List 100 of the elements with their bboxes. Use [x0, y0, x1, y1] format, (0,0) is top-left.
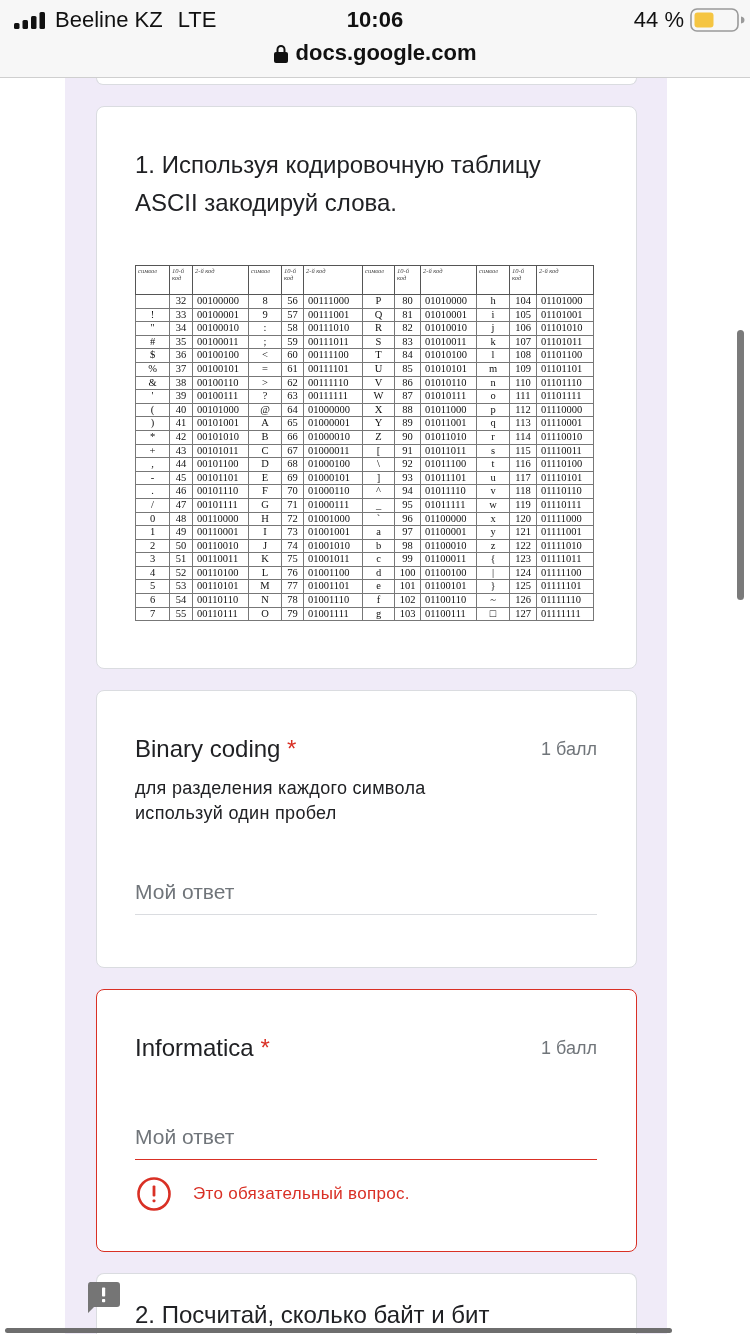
table-cell: 01001100	[303, 566, 363, 580]
table-cell: 01000001	[303, 416, 363, 431]
table-cell: 01011100	[420, 457, 477, 472]
table-cell: 120	[509, 512, 537, 526]
points-label: 1 балл	[541, 1037, 597, 1059]
table-cell: o	[476, 389, 510, 404]
table-cell: ;	[248, 335, 282, 349]
table-cell: $	[135, 348, 170, 363]
table-cell: 45	[169, 471, 193, 485]
table-cell: 95	[394, 498, 421, 512]
table-cell: d	[362, 566, 395, 580]
table-cell: 2	[135, 539, 170, 553]
table-cell: 00110111	[192, 607, 249, 621]
table-cell: 00111101	[303, 362, 363, 377]
table-cell: 00101000	[192, 403, 249, 417]
table-cell: 52	[169, 566, 193, 580]
table-cell: 00101101	[192, 471, 249, 485]
table-cell: k	[476, 335, 510, 349]
table-cell: 91	[394, 444, 421, 458]
table-cell: #	[135, 335, 170, 349]
table-cell: 00110001	[192, 525, 249, 540]
table-cell: v	[476, 484, 510, 499]
table-cell: 73	[281, 525, 304, 540]
table-cell: 98	[394, 539, 421, 553]
table-cell: T	[362, 348, 395, 363]
table-cell: r	[476, 430, 510, 445]
table-cell: 86	[394, 376, 421, 390]
table-cell: O	[248, 607, 282, 621]
table-cell: !	[135, 308, 170, 322]
table-cell: 01000000	[303, 403, 363, 417]
table-cell: 00100000	[192, 294, 249, 309]
table-cell: 81	[394, 308, 421, 322]
table-cell: C	[248, 444, 282, 458]
table-cell: 126	[509, 593, 537, 608]
table-cell: 00110000	[192, 512, 249, 526]
page-url[interactable]: docs.google.com	[295, 40, 477, 66]
table-cell: 01010110	[420, 376, 477, 390]
answer-field[interactable]: Мой ответ	[135, 1122, 597, 1161]
table-cell: 113	[509, 416, 537, 431]
table-cell: 93	[394, 471, 421, 485]
question-title: 2. Посчитай, сколько байт и бит	[135, 1301, 491, 1329]
table-cell: 00111110	[303, 376, 363, 390]
table-cell: 01100111	[420, 607, 477, 621]
table-cell: 121	[509, 525, 537, 540]
table-cell: 46	[169, 484, 193, 499]
table-cell: 01111100	[536, 566, 594, 580]
table-cell: N	[248, 593, 282, 608]
table-cell: 01100001	[420, 525, 477, 540]
table-cell: p	[476, 403, 510, 417]
table-cell: 00111100	[303, 348, 363, 363]
table-cell: K	[248, 552, 282, 567]
table-cell: 33	[169, 308, 193, 322]
table-cell: c	[362, 552, 395, 567]
table-cell: V	[362, 376, 395, 390]
table-cell: `	[362, 512, 395, 526]
table-cell: 104	[509, 294, 537, 309]
table-cell: }	[476, 579, 510, 594]
table-cell: 01111110	[536, 593, 594, 608]
table-cell: 94	[394, 484, 421, 499]
table-cell: 117	[509, 471, 537, 485]
table-cell: 61	[281, 362, 304, 377]
table-cell: H	[248, 512, 282, 526]
table-cell: 01100101	[420, 579, 477, 594]
points-label: 1 балл	[541, 738, 597, 760]
table-cell: B	[248, 430, 282, 445]
table-cell: 118	[509, 484, 537, 499]
table-cell: 01010001	[420, 308, 477, 322]
table-cell: 122	[509, 539, 537, 553]
table-cell: S	[362, 335, 395, 349]
table-cell: 00110110	[192, 593, 249, 608]
table-cell: 01010101	[420, 362, 477, 377]
table-cell: l	[476, 348, 510, 363]
table-cell: 103	[394, 607, 421, 621]
table-cell: 101	[394, 579, 421, 594]
exclamation-circle-icon	[137, 1177, 171, 1212]
table-cell: 5	[135, 579, 170, 594]
table-cell: 115	[509, 444, 537, 458]
table-cell: 01111000	[536, 512, 594, 526]
table-cell: 01000011	[303, 444, 363, 458]
table-cell: X	[362, 403, 395, 417]
table-cell: 90	[394, 430, 421, 445]
table-cell: 7	[135, 607, 170, 621]
table-cell: 00101010	[192, 430, 249, 445]
table-cell: 39	[169, 389, 193, 404]
table-cell: 47	[169, 498, 193, 512]
table-cell: 50	[169, 539, 193, 553]
table-cell: /	[135, 498, 170, 512]
table-cell: 01000110	[303, 484, 363, 499]
table-cell: q	[476, 416, 510, 431]
table-cell: Y	[362, 416, 395, 431]
table-cell: 01001111	[303, 607, 363, 621]
table-cell: 64	[281, 403, 304, 417]
table-cell: 125	[509, 579, 537, 594]
speech-bubble-icon[interactable]	[87, 1282, 120, 1314]
table-cell: 75	[281, 552, 304, 567]
table-cell: g	[362, 607, 395, 621]
table-cell: 01010011	[420, 335, 477, 349]
table-cell: G	[248, 498, 282, 512]
table-cell: 01100000	[420, 512, 477, 526]
table-cell: 87	[394, 389, 421, 404]
